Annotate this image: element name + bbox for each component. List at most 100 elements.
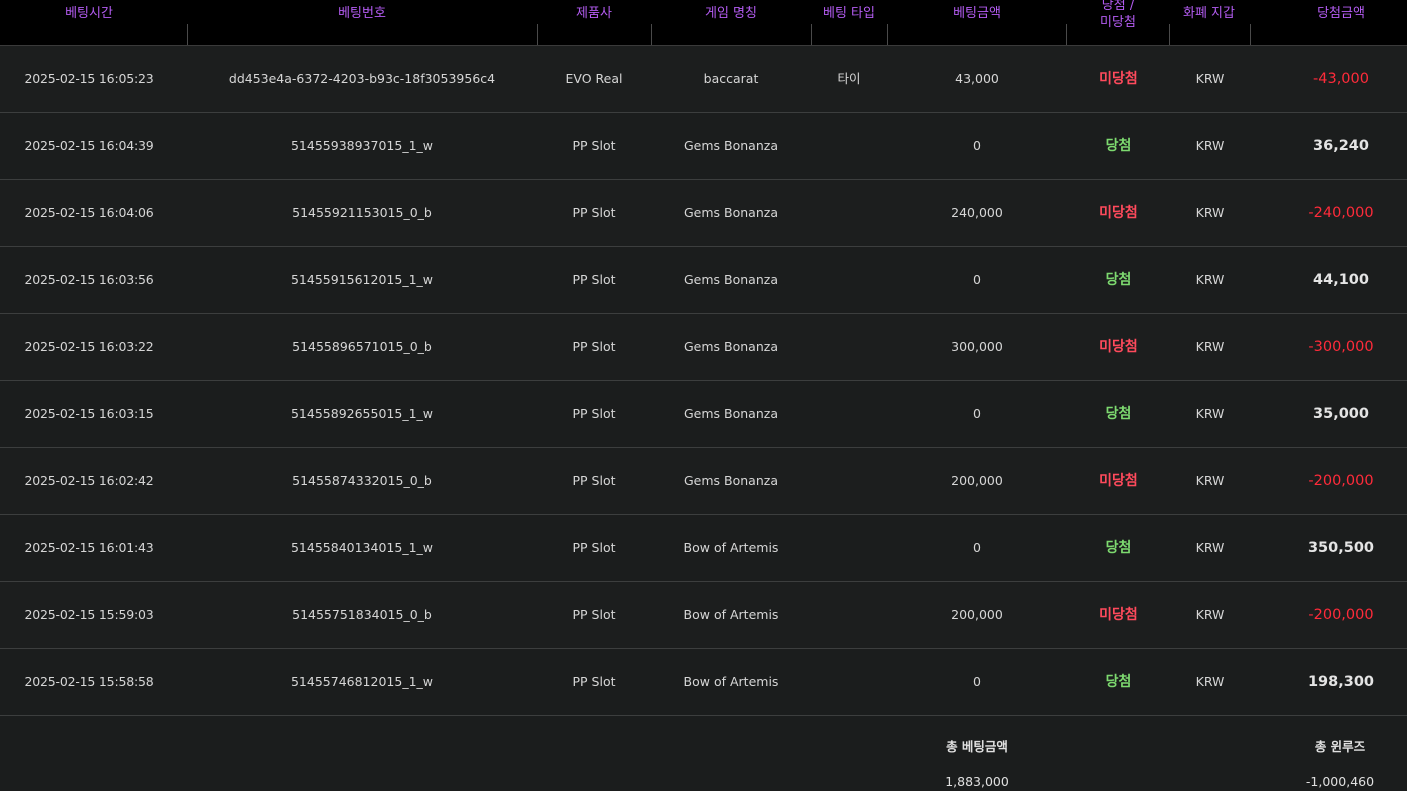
cell-game: baccarat [703, 71, 759, 86]
cell-bet-type [811, 180, 887, 246]
cell-bet-amount: 300,000 [951, 339, 1003, 354]
cell-game: Gems Bonanza [684, 272, 778, 287]
table-row[interactable]: 2025-02-15 16:03:15 51455892655015_1_w PP … [0, 381, 1407, 448]
table-row[interactable]: 2025-02-15 16:02:42 51455874332015_0_b PP … [0, 448, 1407, 515]
cell-time: 2025-02-15 15:59:03 [24, 607, 154, 622]
column-header-win-amount[interactable]: 당첨금액 [1261, 0, 1407, 45]
cell-win-amount: -200,000 [1308, 473, 1374, 489]
total-bet-value: 1,883,000 [945, 774, 1009, 789]
cell-bet-type: 타이 [837, 71, 861, 86]
column-header-bet-id[interactable]: 베팅번호 [282, 0, 442, 45]
cell-bet-id[interactable]: 51455746812015_1_w [187, 649, 537, 715]
column-header-label: 베팅번호 [338, 6, 386, 21]
cell-win-amount: 198,300 [1307, 674, 1375, 690]
cell-result: 미당첨 [1099, 339, 1138, 355]
cell-provider: PP Slot [572, 607, 616, 622]
cell-bet-amount: 43,000 [955, 71, 999, 86]
cell-bet-id[interactable]: 51455938937015_1_w [187, 113, 537, 179]
column-header-bet-amount[interactable]: 베팅금액 [897, 0, 1057, 45]
cell-result: 미당첨 [1099, 473, 1138, 489]
cell-win-amount: -240,000 [1308, 205, 1374, 221]
cell-game: Gems Bonanza [684, 138, 778, 153]
cell-provider: PP Slot [572, 138, 616, 153]
cell-bet-amount: 200,000 [951, 473, 1003, 488]
cell-result: 미당첨 [1099, 205, 1138, 221]
cell-currency: KRW [1195, 473, 1225, 488]
cell-result: 미당첨 [1099, 607, 1138, 623]
table-row[interactable]: 2025-02-15 16:04:06 51455921153015_0_b PP … [0, 180, 1407, 247]
cell-currency: KRW [1195, 406, 1225, 421]
cell-bet-amount: 0 [973, 138, 981, 153]
cell-bet-type [811, 649, 887, 715]
cell-provider: EVO Real [565, 71, 623, 86]
cell-currency: KRW [1195, 339, 1225, 354]
table-row[interactable]: 2025-02-15 16:03:22 51455896571015_0_b PP … [0, 314, 1407, 381]
cell-bet-type [811, 314, 887, 380]
cell-bet-type [811, 582, 887, 648]
cell-provider: PP Slot [572, 205, 616, 220]
column-divider [1169, 24, 1170, 45]
cell-game: Gems Bonanza [684, 406, 778, 421]
cell-time: 2025-02-15 16:04:06 [24, 205, 154, 220]
total-winloss-value: -1,000,460 [1305, 774, 1375, 789]
column-header-label: 당첨금액 [1317, 6, 1365, 21]
cell-currency: KRW [1195, 205, 1225, 220]
cell-time: 2025-02-15 16:01:43 [24, 540, 154, 555]
cell-result: 미당첨 [1099, 71, 1138, 87]
cell-bet-id[interactable]: 51455921153015_0_b [187, 180, 537, 246]
cell-bet-id[interactable]: 51455751834015_0_b [187, 582, 537, 648]
table-row[interactable]: 2025-02-15 16:05:23 dd453e4a-6372-4203-b9… [0, 46, 1407, 113]
cell-bet-id[interactable]: 51455915612015_1_w [187, 247, 537, 313]
cell-time: 2025-02-15 16:03:56 [24, 272, 154, 287]
cell-time: 2025-02-15 16:05:23 [24, 71, 154, 86]
table-row[interactable]: 2025-02-15 16:03:56 51455915612015_1_w PP … [0, 247, 1407, 314]
cell-win-amount: 350,500 [1307, 540, 1375, 556]
cell-bet-type [811, 448, 887, 514]
table-row[interactable]: 2025-02-15 16:01:43 51455840134015_1_w PP … [0, 515, 1407, 582]
column-divider [887, 24, 888, 45]
cell-bet-amount: 0 [973, 540, 981, 555]
bet-history-page: 베팅시간 베팅번호 제품사 게임 명칭 베팅 타입 베팅금액 당첨 / 미당첨 화폐 지갑 당첨… [0, 0, 1407, 791]
column-header-provider[interactable]: 제품사 [514, 0, 674, 45]
column-header-time[interactable]: 베팅시간 [9, 0, 169, 45]
cell-bet-id[interactable]: 51455874332015_0_b [187, 448, 537, 514]
cell-bet-id[interactable]: 51455896571015_0_b [187, 314, 537, 380]
cell-bet-type [811, 247, 887, 313]
cell-win-amount: 44,100 [1313, 272, 1369, 288]
cell-bet-amount: 200,000 [951, 607, 1003, 622]
cell-bet-id[interactable]: 51455892655015_1_w [187, 381, 537, 447]
cell-bet-amount: 0 [973, 272, 981, 287]
cell-provider: PP Slot [572, 473, 616, 488]
cell-bet-amount: 240,000 [951, 205, 1003, 220]
total-winloss-label: 총 윈루즈 [1314, 739, 1366, 754]
cell-game: Gems Bonanza [684, 205, 778, 220]
table-header: 베팅시간 베팅번호 제품사 게임 명칭 베팅 타입 베팅금액 당첨 / 미당첨 화폐 지갑 당첨… [0, 0, 1407, 46]
table-row[interactable]: 2025-02-15 16:04:39 51455938937015_1_w PP … [0, 113, 1407, 180]
total-bet-label: 총 베팅금액 [946, 739, 1008, 754]
column-divider [187, 24, 188, 45]
cell-bet-type [811, 381, 887, 447]
cell-currency: KRW [1195, 540, 1225, 555]
cell-time: 2025-02-15 16:02:42 [24, 473, 154, 488]
table-row[interactable]: 2025-02-15 15:59:03 51455751834015_0_b PP … [0, 582, 1407, 649]
cell-time: 2025-02-15 16:04:39 [24, 138, 154, 153]
cell-bet-type [811, 515, 887, 581]
cell-win-amount: -43,000 [1313, 71, 1369, 87]
cell-currency: KRW [1195, 138, 1225, 153]
cell-result: 당첨 [1105, 138, 1132, 154]
column-divider [811, 24, 812, 45]
cell-bet-id[interactable]: dd453e4a-6372-4203-b93c-18f3053956c4 [187, 46, 537, 112]
cell-time: 2025-02-15 16:03:15 [24, 406, 154, 421]
column-header-label: 베팅시간 [65, 6, 113, 21]
table-row[interactable]: 2025-02-15 15:58:58 51455746812015_1_w PP … [0, 649, 1407, 716]
column-divider [1250, 24, 1251, 45]
cell-provider: PP Slot [572, 406, 616, 421]
cell-time: 2025-02-15 16:03:22 [24, 339, 154, 354]
cell-bet-amount: 0 [973, 674, 981, 689]
cell-bet-id[interactable]: 51455840134015_1_w [187, 515, 537, 581]
cell-win-amount: -200,000 [1308, 607, 1374, 623]
cell-game: Bow of Artemis [683, 540, 779, 555]
cell-game: Bow of Artemis [683, 674, 779, 689]
cell-bet-amount: 0 [973, 406, 981, 421]
cell-time: 2025-02-15 15:58:58 [24, 674, 154, 689]
